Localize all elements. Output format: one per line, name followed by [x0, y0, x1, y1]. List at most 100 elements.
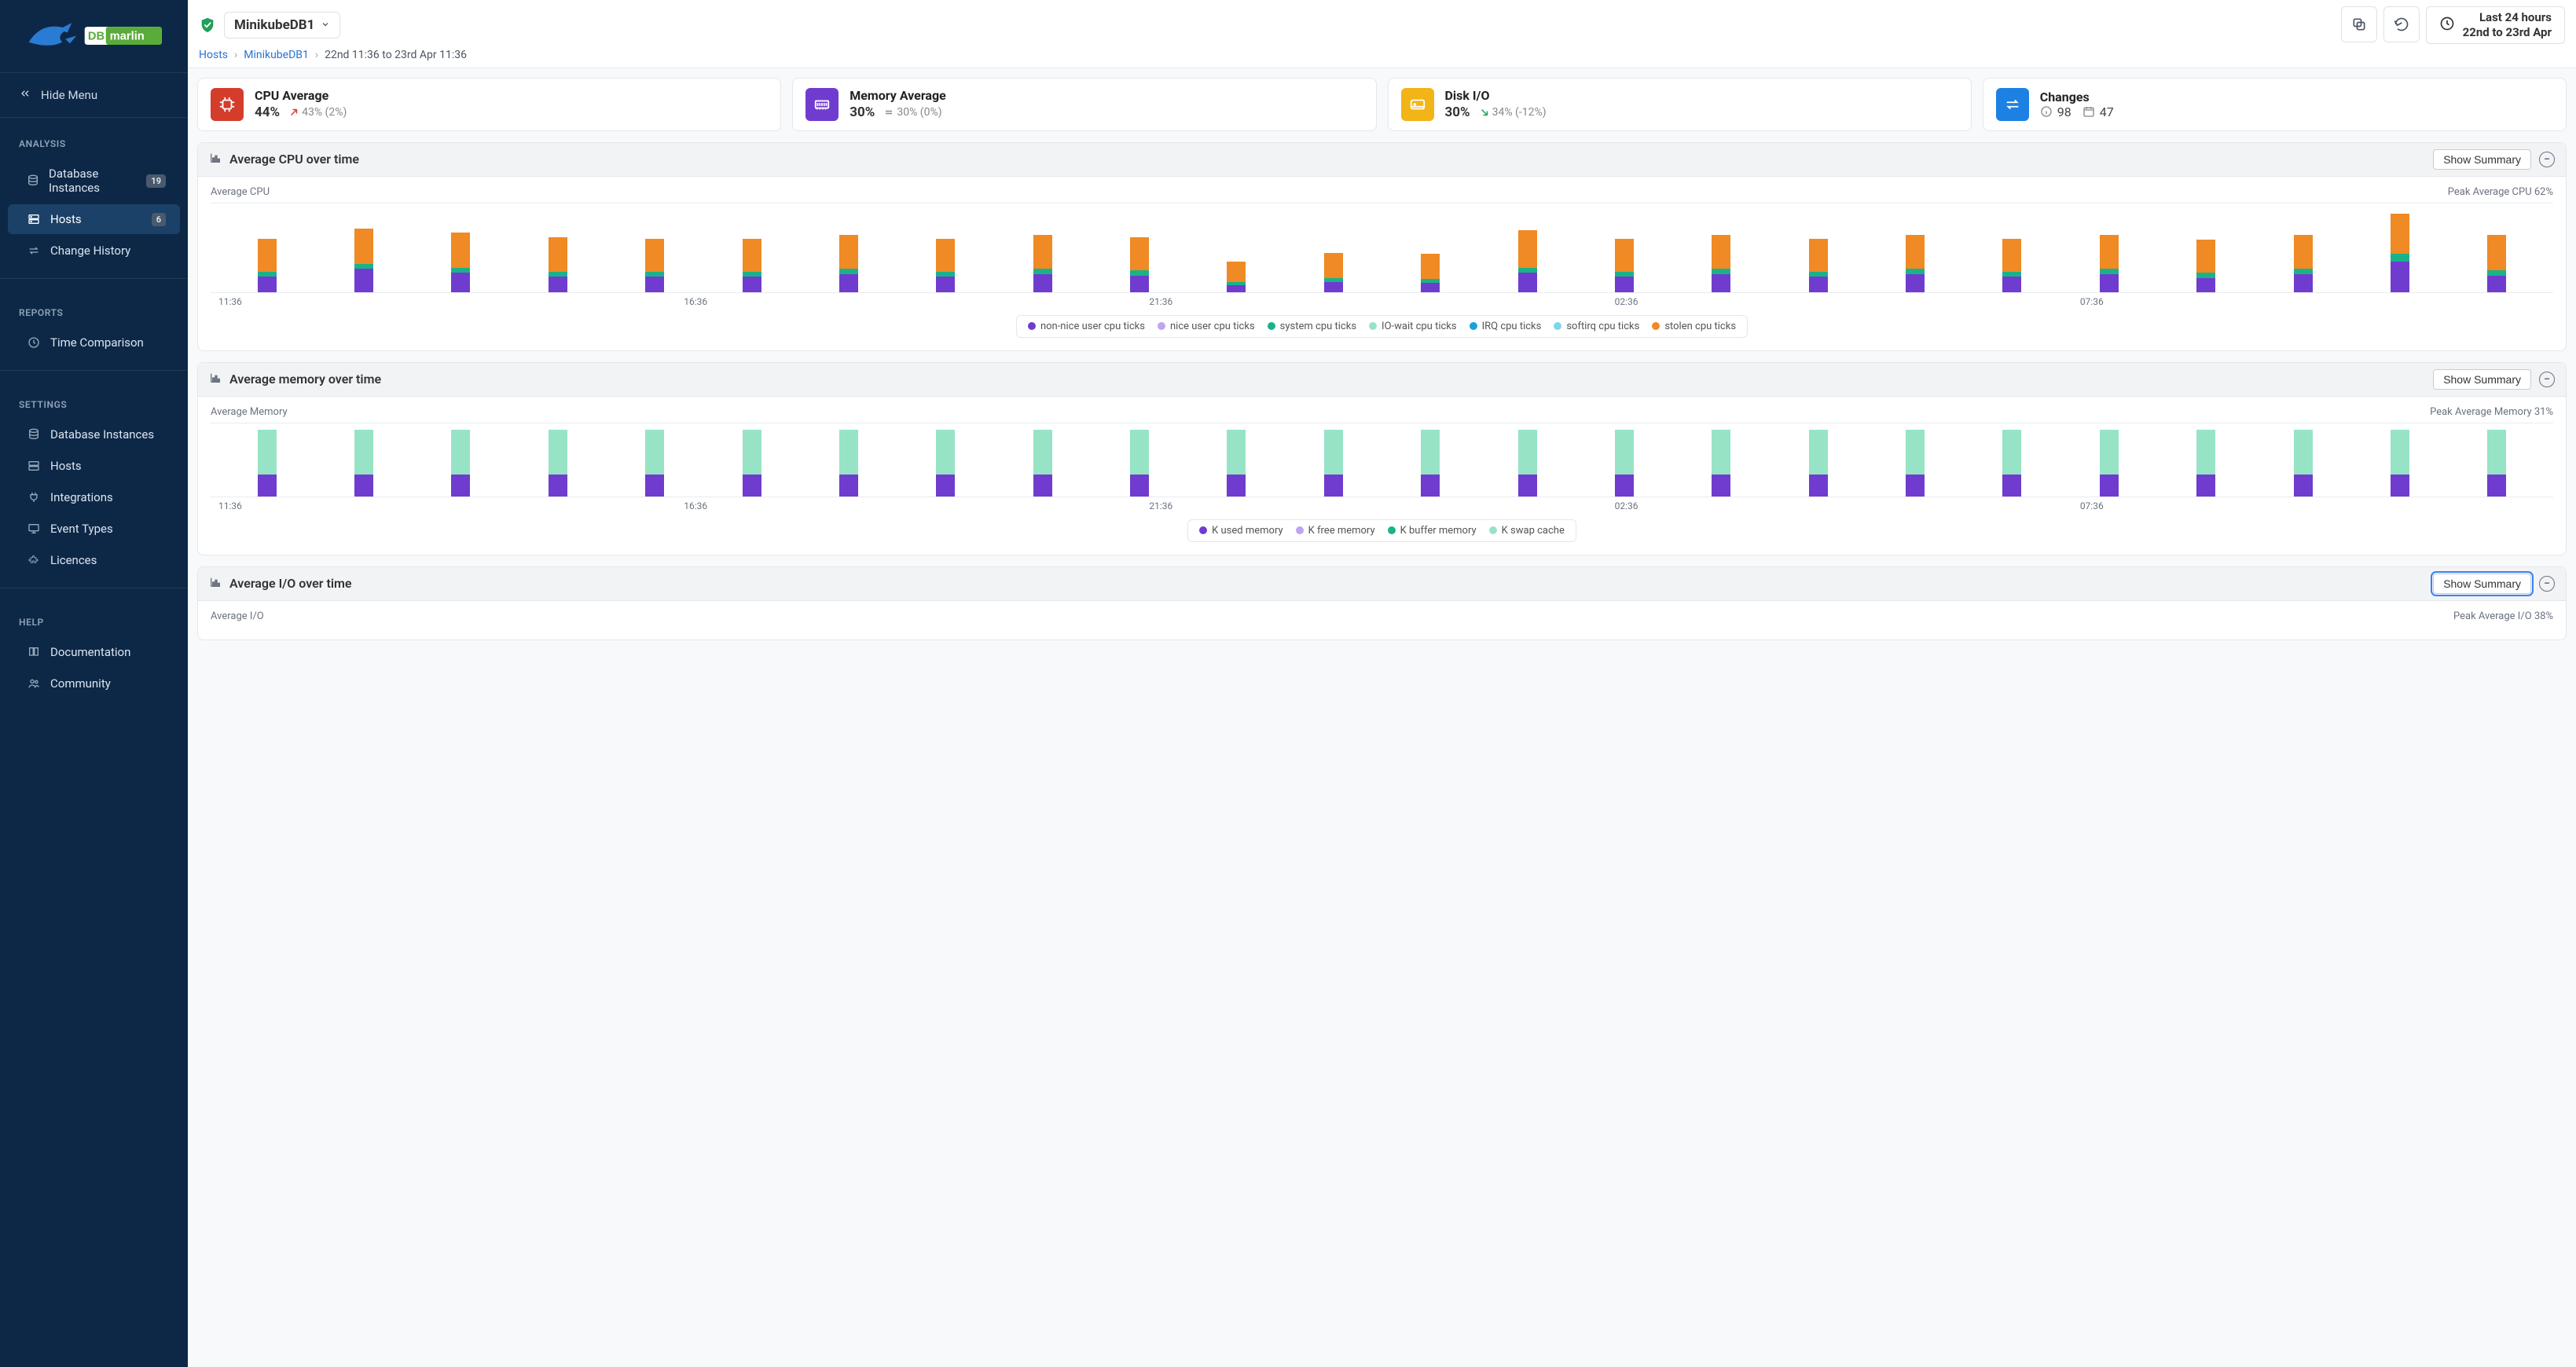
main: MinikubeDB1 Last 24 hours 22nd to 23rd A…: [188, 0, 2576, 1367]
calendar-icon: [2082, 105, 2095, 118]
shield-check-icon: [199, 16, 216, 34]
panel-io: Average I/O over time Show Summary − Ave…: [197, 566, 2567, 640]
equals-icon: [884, 108, 894, 117]
chevron-right-icon: ›: [234, 49, 237, 61]
show-summary-button[interactable]: Show Summary: [2433, 149, 2531, 170]
sidebar-item-settings-db[interactable]: Database Instances: [8, 420, 180, 449]
trend-flat: 30% (0%): [884, 106, 941, 119]
sidebar-item-settings-hosts[interactable]: Hosts: [8, 451, 180, 481]
stat-cards-row: CPU Average 44% 43% (2%) Memory Average: [197, 78, 2567, 131]
monitor-icon: [27, 522, 41, 536]
breadcrumb-range: 22nd 11:36 to 23rd Apr 11:36: [325, 49, 467, 61]
panel-title: Average CPU over time: [229, 152, 359, 167]
logo: DB marlin: [0, 0, 188, 73]
refresh-icon: [2394, 16, 2409, 32]
breadcrumb-hosts[interactable]: Hosts: [199, 49, 228, 61]
arrow-down-right-icon: [1480, 108, 1489, 117]
chart-peak: Peak Average CPU 62%: [2448, 186, 2553, 198]
collapse-button[interactable]: −: [2539, 576, 2555, 592]
hide-menu-button[interactable]: Hide Menu: [0, 73, 188, 118]
stat-value: 44%: [255, 104, 280, 120]
copy-button[interactable]: [2341, 6, 2377, 42]
show-summary-button[interactable]: Show Summary: [2433, 574, 2531, 594]
chart-subtitle: Average Memory: [211, 406, 288, 418]
time-range-button[interactable]: Last 24 hours 22nd to 23rd Apr: [2426, 6, 2565, 44]
sidebar-item-hosts[interactable]: Hosts 6: [8, 204, 180, 234]
database-icon: [27, 427, 41, 442]
nav-heading-help: HELP: [0, 606, 188, 636]
memory-legend: K used memoryK free memoryK buffer memor…: [1187, 519, 1576, 542]
sidebar: DB marlin Hide Menu ANALYSIS Database In…: [0, 0, 188, 1367]
sidebar-item-documentation[interactable]: Documentation: [8, 637, 180, 667]
stat-title: CPU Average: [255, 88, 347, 103]
memory-icon: [805, 88, 838, 121]
hide-menu-label: Hide Menu: [41, 88, 97, 102]
arrow-up-right-icon: [289, 108, 299, 117]
stat-value: 30%: [849, 104, 875, 120]
badge: 6: [152, 213, 166, 226]
sidebar-item-change-history[interactable]: Change History: [8, 236, 180, 266]
sidebar-item-label: Integrations: [50, 490, 113, 504]
collapse-button[interactable]: −: [2539, 152, 2555, 167]
x-axis: 11:3616:3621:3602:3607:36: [211, 497, 2553, 511]
show-summary-button[interactable]: Show Summary: [2433, 369, 2531, 390]
chart-subtitle: Average I/O: [211, 610, 264, 622]
stat-card-disk[interactable]: Disk I/O 30% 34% (-12%): [1388, 78, 1972, 131]
nav-heading-settings: SETTINGS: [0, 388, 188, 418]
sidebar-item-label: Time Comparison: [50, 335, 144, 350]
sidebar-item-label: Event Types: [50, 522, 113, 536]
sidebar-item-event-types[interactable]: Event Types: [8, 514, 180, 544]
topbar: MinikubeDB1 Last 24 hours 22nd to 23rd A…: [188, 0, 2576, 68]
sidebar-item-integrations[interactable]: Integrations: [8, 482, 180, 512]
server-icon: [27, 459, 41, 473]
panel-title: Average I/O over time: [229, 576, 352, 591]
refresh-button[interactable]: [2383, 6, 2420, 42]
host-name: MinikubeDB1: [234, 17, 314, 33]
plug-icon: [27, 490, 41, 504]
cpu-chart: [211, 207, 2553, 293]
sidebar-item-label: Change History: [50, 244, 130, 258]
bar-chart-icon: [209, 152, 222, 167]
panel-title: Average memory over time: [229, 372, 381, 387]
collapse-button[interactable]: −: [2539, 372, 2555, 387]
cpu-chip-icon: [211, 88, 244, 121]
stat-card-cpu[interactable]: CPU Average 44% 43% (2%): [197, 78, 781, 131]
stat-value: 30%: [1445, 104, 1470, 120]
sidebar-item-label: Hosts: [50, 212, 82, 226]
chevron-right-icon: ›: [315, 49, 318, 61]
trend-up: 43% (2%): [289, 106, 347, 119]
changes-calendar: 47: [2082, 104, 2114, 119]
users-icon: [27, 676, 41, 691]
cpu-legend: non-nice user cpu ticksnice user cpu tic…: [1016, 315, 1748, 338]
sidebar-item-label: Documentation: [50, 645, 130, 659]
database-icon: [27, 174, 39, 188]
stat-title: Disk I/O: [1445, 88, 1547, 103]
memory-chart: [211, 427, 2553, 497]
sidebar-item-label: Database Instances: [49, 167, 137, 195]
chevron-down-icon: [321, 17, 330, 33]
clock-icon: [2439, 16, 2455, 35]
host-dropdown[interactable]: MinikubeDB1: [224, 12, 340, 38]
puzzle-icon: [27, 553, 41, 567]
sidebar-item-community[interactable]: Community: [8, 669, 180, 698]
sidebar-item-label: Licences: [50, 553, 97, 567]
panel-cpu: Average CPU over time Show Summary − Ave…: [197, 142, 2567, 351]
stat-card-memory[interactable]: Memory Average 30% 30% (0%): [792, 78, 1376, 131]
info-icon: [2040, 105, 2053, 118]
sidebar-item-label: Hosts: [50, 459, 82, 473]
sidebar-item-time-comparison[interactable]: Time Comparison: [8, 328, 180, 357]
book-icon: [27, 645, 41, 659]
bar-chart-icon: [209, 576, 222, 592]
stat-card-changes[interactable]: Changes 98 47: [1983, 78, 2567, 131]
copy-icon: [2351, 16, 2367, 32]
svg-text:marlin: marlin: [109, 31, 144, 43]
sidebar-item-licences[interactable]: Licences: [8, 545, 180, 575]
panel-memory: Average memory over time Show Summary − …: [197, 362, 2567, 555]
stat-title: Changes: [2040, 90, 2114, 104]
chart-subtitle: Average CPU: [211, 186, 270, 198]
sidebar-item-db-instances[interactable]: Database Instances 19: [8, 159, 180, 203]
breadcrumb-host[interactable]: MinikubeDB1: [244, 49, 309, 61]
brand-logo: DB marlin: [24, 16, 165, 55]
svg-text:DB: DB: [87, 31, 104, 43]
time-range-line2: 22nd to 23rd Apr: [2463, 25, 2552, 40]
